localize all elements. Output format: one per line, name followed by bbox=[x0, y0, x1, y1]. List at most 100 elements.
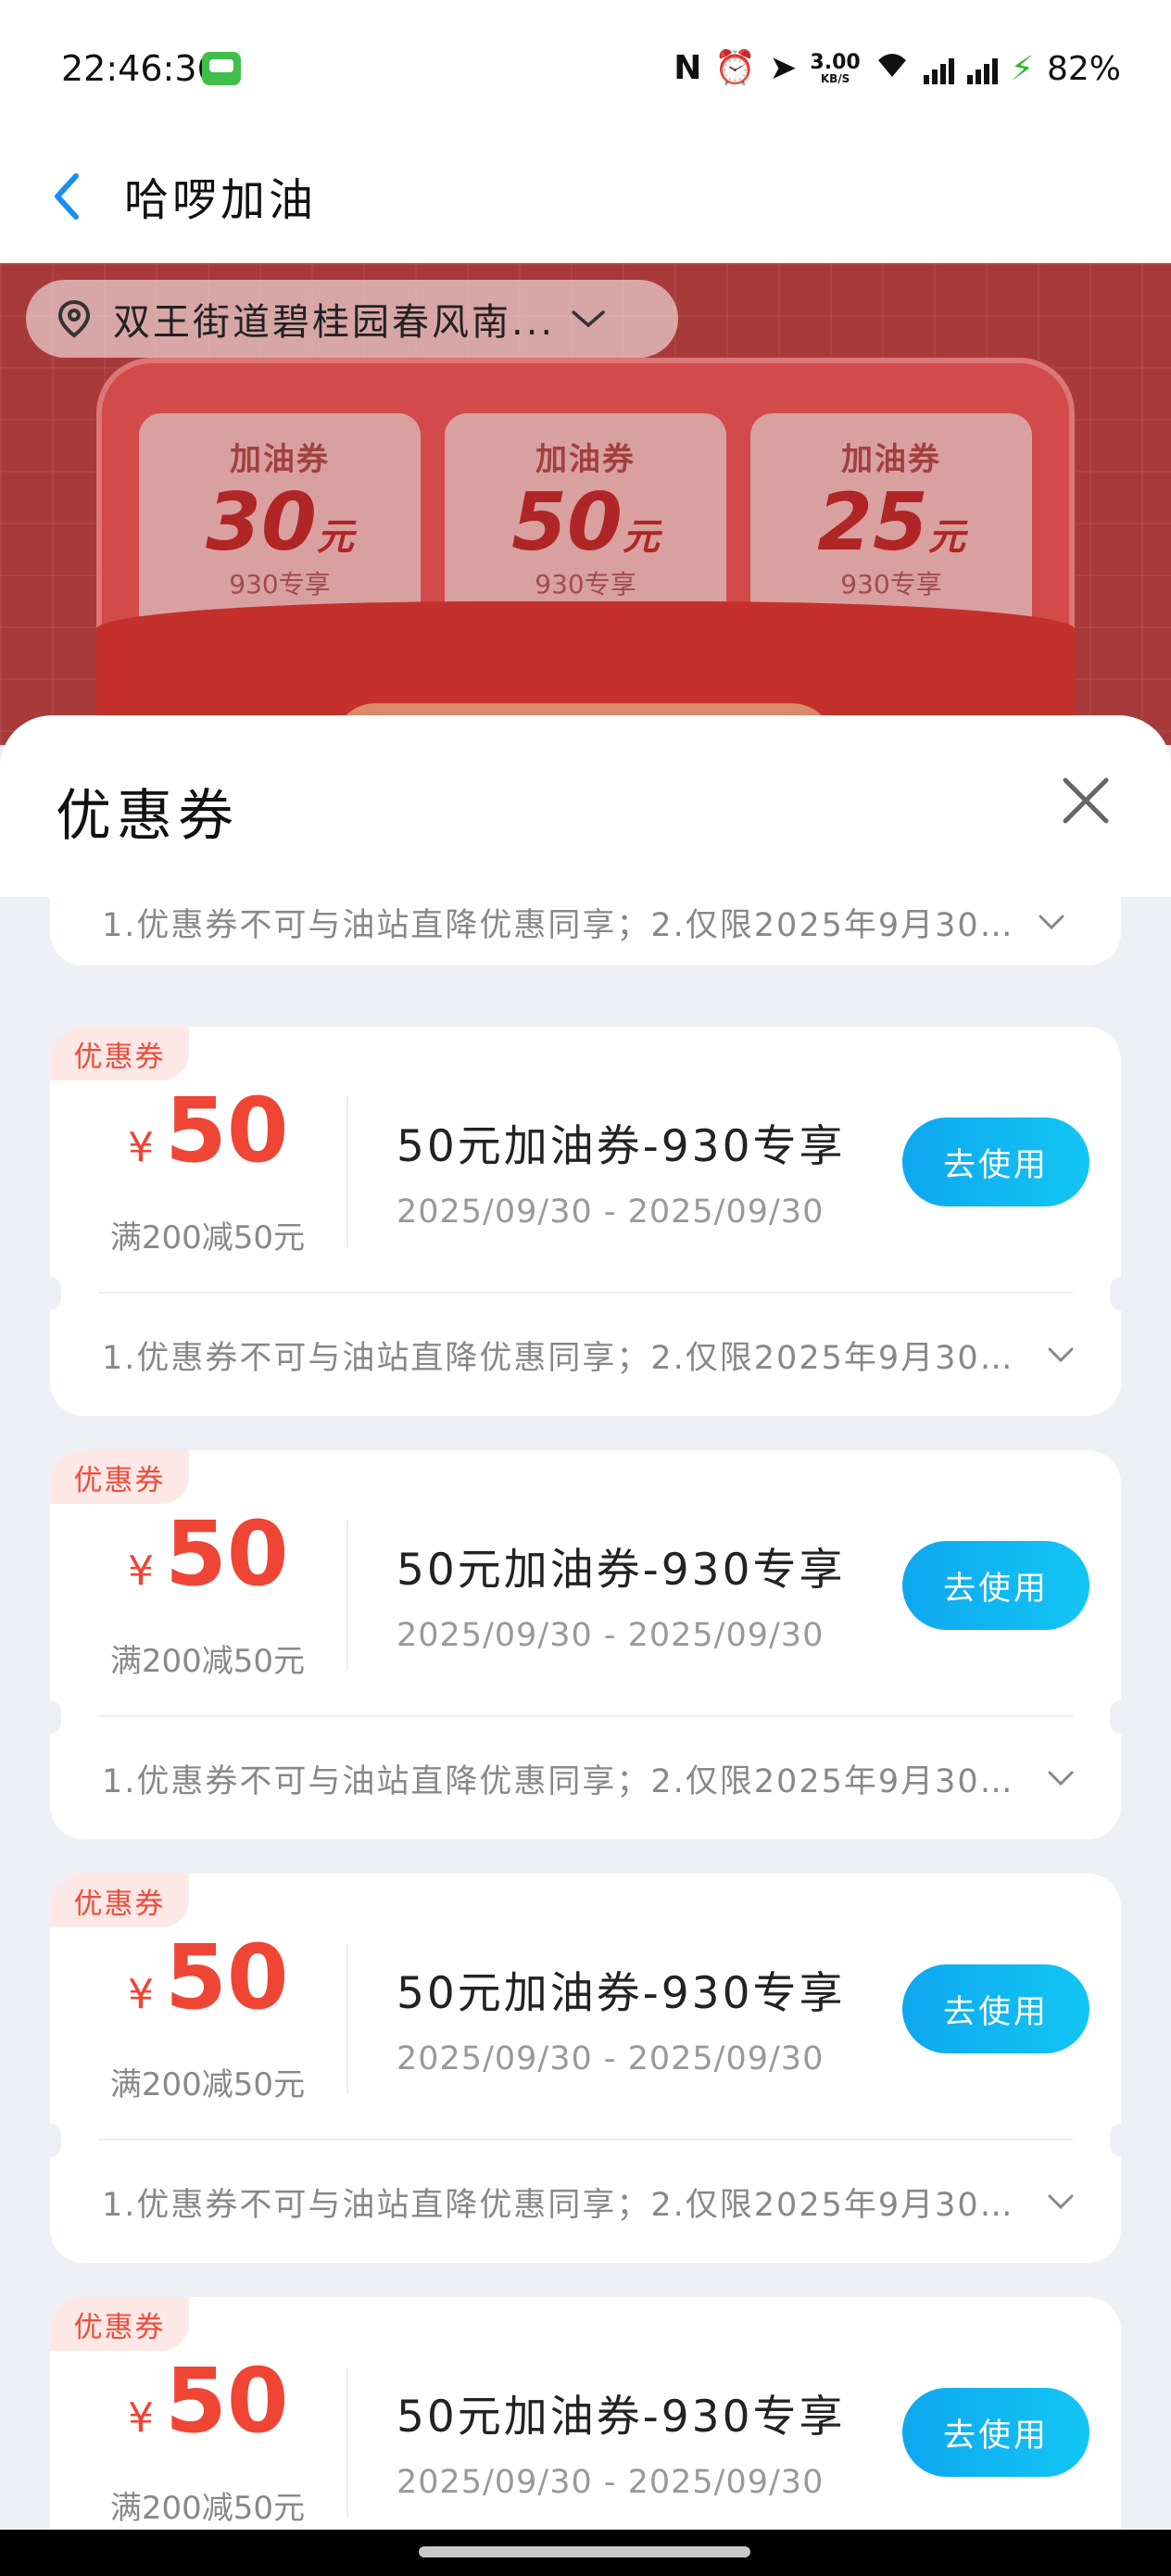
coupon-notch bbox=[50, 1700, 61, 1734]
coupon-list[interactable]: 1.优惠券不可与油站直降优惠同享；2.仅限2025年9月30… 优惠券 ¥ 50… bbox=[0, 897, 1171, 2530]
signal-icon-2 bbox=[966, 53, 998, 84]
coupon-rules-row[interactable]: 1.优惠券不可与油站直降优惠同享；2.仅限2025年9月30… bbox=[102, 2140, 1075, 2263]
coupon-amount-value: 50 bbox=[165, 1926, 289, 2029]
coupon-notch bbox=[1110, 2124, 1121, 2157]
app-notification-icon bbox=[202, 52, 241, 85]
network-speed-unit: KB/S bbox=[820, 72, 850, 85]
currency-symbol: ¥ bbox=[128, 2394, 154, 2442]
status-time: 22:46:36 bbox=[61, 48, 220, 89]
nav-header: 哈啰加油 bbox=[0, 139, 1171, 263]
chevron-left-icon[interactable] bbox=[39, 169, 94, 224]
ticket-unit: 元 bbox=[622, 516, 660, 559]
ticket-unit: 元 bbox=[316, 516, 354, 559]
coupon-amount-value: 50 bbox=[165, 1079, 289, 1182]
coupon-tag: 优惠券 bbox=[50, 1027, 189, 1080]
coupon-condition: 满200减50元 bbox=[109, 1219, 306, 1256]
system-nav-bar bbox=[0, 2530, 1171, 2576]
coupon-name: 50元加油券-930专享 bbox=[397, 2392, 846, 2443]
ticket-sub: 930专享 bbox=[535, 569, 636, 600]
chevron-down-icon[interactable] bbox=[1047, 1769, 1075, 1787]
location-selector[interactable]: 双王街道碧桂园春风南... bbox=[26, 280, 678, 358]
coupon-rules-row[interactable]: 1.优惠券不可与油站直降优惠同享；2.仅限2025年9月30… bbox=[102, 1717, 1075, 1839]
coupon-date-range: 2025/09/30 - 2025/09/30 bbox=[397, 1617, 825, 1654]
coupon-rules-text: 1.优惠券不可与油站直降优惠同享；2.仅限2025年9月30… bbox=[102, 1762, 1014, 1800]
location-text: 双王街道碧桂园春风南... bbox=[113, 301, 556, 344]
alarm-icon: ⏰ bbox=[714, 49, 757, 87]
coupon-rules-row[interactable]: 1.优惠券不可与油站直降优惠同享；2.仅限2025年9月30… bbox=[102, 1294, 1075, 1416]
chevron-down-icon[interactable] bbox=[1047, 2192, 1075, 2211]
coupon-condition: 满200减50元 bbox=[109, 2066, 306, 2103]
coupon-tag: 优惠券 bbox=[50, 1450, 189, 1504]
status-icons: N ⏰ ➤ 3.00 KB/S ⚡ 82% bbox=[674, 48, 1121, 89]
coupon-notch bbox=[50, 2124, 61, 2157]
ticket-label: 加油券 bbox=[230, 441, 330, 478]
currency-symbol: ¥ bbox=[128, 1124, 154, 1171]
coupon-card: 优惠券 ¥ 50 满200减50元 50元加油券-930专享 2025/09/3… bbox=[50, 1450, 1121, 1839]
coupon-card: 优惠券 ¥ 50 满200减50元 50元加油券-930专享 2025/09/3… bbox=[50, 1874, 1121, 2263]
ticket-amount: 30元 bbox=[139, 483, 421, 562]
coupon-notch bbox=[50, 1277, 61, 1310]
coupon-rules-row[interactable]: 1.优惠券不可与油站直降优惠同享；2.仅限2025年9月30… bbox=[50, 897, 1121, 966]
use-coupon-button[interactable]: 去使用 bbox=[902, 1541, 1089, 1630]
divider bbox=[346, 2368, 348, 2518]
use-coupon-button[interactable]: 去使用 bbox=[902, 1118, 1089, 1206]
coupon-card: 优惠券 ¥ 50 满200减50元 50元加油券-930专享 2025/09/3… bbox=[50, 2297, 1121, 2530]
close-icon[interactable] bbox=[1058, 773, 1114, 828]
network-speed-value: 3.00 bbox=[810, 51, 861, 74]
ticket-amount-value: 30 bbox=[206, 476, 317, 569]
battery-level: 82% bbox=[1046, 49, 1121, 88]
ticket-label: 加油券 bbox=[535, 441, 636, 478]
network-speed: 3.00 KB/S bbox=[810, 51, 861, 85]
ticket-amount-value: 25 bbox=[817, 476, 928, 569]
coupon-tag: 优惠券 bbox=[50, 1874, 189, 1927]
coupon-card: 优惠券 ¥ 50 满200减50元 50元加油券-930专享 2025/09/3… bbox=[50, 1027, 1121, 1416]
divider bbox=[346, 1944, 348, 2094]
coupon-condition: 满200减50元 bbox=[109, 2490, 306, 2527]
ticket-amount: 25元 bbox=[750, 483, 1032, 562]
ticket-unit: 元 bbox=[927, 516, 965, 559]
coupon-amount: ¥ 50 bbox=[128, 1509, 289, 1598]
chevron-down-icon[interactable] bbox=[1047, 1345, 1075, 1364]
coupon-amount: ¥ 50 bbox=[128, 1086, 289, 1175]
ticket-amount-value: 50 bbox=[511, 476, 623, 569]
promo-banner: 加油券 30元 930专享 加油券 50元 930专享 加油券 25元 930专… bbox=[0, 263, 1171, 745]
ticket-sub: 930专享 bbox=[229, 569, 331, 600]
chevron-down-icon[interactable] bbox=[1038, 913, 1065, 931]
coupon-date-range: 2025/09/30 - 2025/09/30 bbox=[397, 2040, 825, 2077]
charging-icon: ⚡ bbox=[1010, 49, 1034, 88]
ticket-sub: 930专享 bbox=[840, 569, 942, 600]
coupon-amount-value: 50 bbox=[165, 1502, 289, 1606]
coupon-sheet-header: 优惠券 bbox=[0, 715, 1171, 897]
nfc-icon: N bbox=[674, 49, 702, 87]
divider bbox=[346, 1521, 348, 1671]
wifi-icon bbox=[874, 48, 911, 89]
page-title: 哈啰加油 bbox=[124, 174, 318, 226]
use-coupon-button[interactable]: 去使用 bbox=[902, 1964, 1089, 2053]
coupon-rules-text: 1.优惠券不可与油站直降优惠同享；2.仅限2025年9月30… bbox=[102, 1339, 1014, 1377]
coupon-rules-text: 1.优惠券不可与油站直降优惠同享；2.仅限2025年9月30… bbox=[102, 906, 1014, 944]
coupon-date-range: 2025/09/30 - 2025/09/30 bbox=[397, 2464, 825, 2501]
coupon-amount: ¥ 50 bbox=[128, 1933, 289, 2022]
ticket-amount: 50元 bbox=[445, 483, 726, 562]
coupon-name: 50元加油券-930专享 bbox=[397, 1545, 846, 1596]
coupon-date-range: 2025/09/30 - 2025/09/30 bbox=[397, 1193, 825, 1231]
signal-icon bbox=[923, 53, 954, 84]
location-pin-icon bbox=[57, 299, 91, 338]
ticket-label: 加油券 bbox=[841, 441, 941, 478]
coupon-amount: ¥ 50 bbox=[128, 2356, 289, 2445]
location-arrow-icon: ➤ bbox=[769, 49, 798, 87]
home-indicator[interactable] bbox=[419, 2546, 750, 2557]
sheet-title: 优惠券 bbox=[56, 784, 239, 849]
coupon-rules-text: 1.优惠券不可与油站直降优惠同享；2.仅限2025年9月30… bbox=[102, 2186, 1014, 2224]
page: 22:46:36 N ⏰ ➤ 3.00 KB/S ⚡ 82% 哈啰加油 加油券 … bbox=[0, 0, 1171, 2576]
coupon-notch bbox=[1110, 1700, 1121, 1734]
currency-symbol: ¥ bbox=[128, 1547, 154, 1595]
coupon-tag: 优惠券 bbox=[50, 2297, 189, 2351]
chevron-down-icon bbox=[572, 310, 605, 328]
coupon-condition: 满200减50元 bbox=[109, 1643, 306, 1680]
coupon-name: 50元加油券-930专享 bbox=[397, 1968, 846, 2019]
currency-symbol: ¥ bbox=[128, 1971, 154, 2018]
use-coupon-button[interactable]: 去使用 bbox=[902, 2388, 1089, 2477]
status-bar: 22:46:36 N ⏰ ➤ 3.00 KB/S ⚡ 82% bbox=[0, 0, 1171, 139]
coupon-notch bbox=[1110, 1277, 1121, 1310]
